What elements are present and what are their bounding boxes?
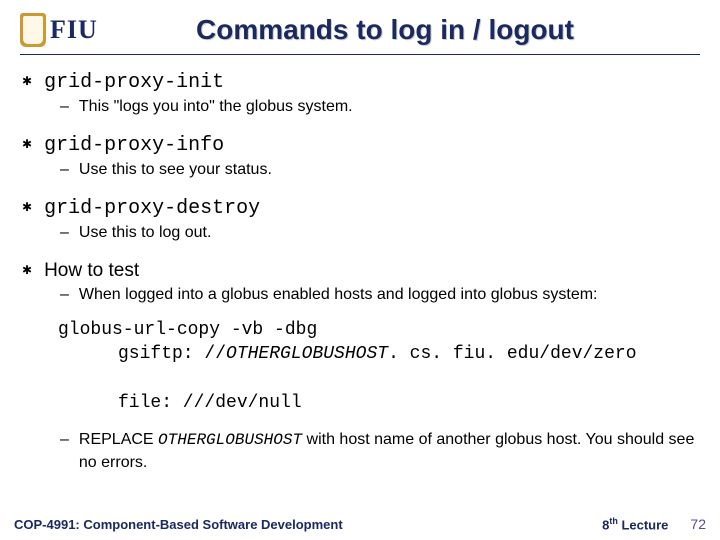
fiu-logo: FIU <box>20 10 110 50</box>
bullet-desc: – Use this to log out. <box>60 224 698 242</box>
code-line-2-prefix: gsiftp: // <box>118 344 226 364</box>
bullet-desc: – When logged into a globus enabled host… <box>60 286 698 304</box>
dash-icon: – <box>60 429 69 473</box>
slide-title: Commands to log in / logout <box>110 14 700 46</box>
bullet-command: How to test <box>44 260 139 282</box>
dash-icon: – <box>60 98 69 116</box>
lecture-sup: th <box>609 516 618 526</box>
bullet-item: ✱ grid-proxy-destroy – Use this to log o… <box>22 197 698 242</box>
bullet-icon: ✱ <box>22 75 32 87</box>
replace-note: – REPLACE OTHERGLOBUSHOST with host name… <box>60 429 698 473</box>
lecture-word: Lecture <box>618 517 669 532</box>
content: ✱ grid-proxy-init – This "logs you into"… <box>20 71 700 473</box>
dash-icon: – <box>60 161 69 179</box>
replace-note-text: REPLACE OTHERGLOBUSHOST with host name o… <box>79 429 698 473</box>
code-host-placeholder: OTHERGLOBUSHOST <box>226 344 388 364</box>
code-line-3: file: ///dev/null <box>58 391 698 415</box>
bullet-desc: – This "logs you into" the globus system… <box>60 98 698 116</box>
page-number: 72 <box>690 516 706 532</box>
header: FIU Commands to log in / logout <box>20 10 700 55</box>
dash-icon: – <box>60 224 69 242</box>
bullet-desc-text: Use this to log out. <box>79 224 212 242</box>
bullet-desc: – Use this to see your status. <box>60 161 698 179</box>
course-label: COP-4991: Component-Based Software Devel… <box>14 517 343 532</box>
lecture-label: 8th Lecture <box>602 516 668 532</box>
code-line-2-suffix: . cs. fiu. edu/dev/zero <box>388 344 636 364</box>
code-line-2: gsiftp: //OTHERGLOBUSHOST. cs. fiu. edu/… <box>58 342 698 366</box>
replace-prefix: REPLACE <box>79 431 158 448</box>
bullet-command: grid-proxy-init <box>44 71 224 94</box>
code-example: globus-url-copy -vb -dbg gsiftp: //OTHER… <box>58 318 698 415</box>
bullet-head: ✱ grid-proxy-init <box>22 71 698 94</box>
bullet-head: ✱ How to test <box>22 260 698 282</box>
bullet-desc-text: This "logs you into" the globus system. <box>79 98 353 116</box>
bullet-item: ✱ grid-proxy-info – Use this to see your… <box>22 134 698 179</box>
bullet-head: ✱ grid-proxy-info <box>22 134 698 157</box>
bullet-item: ✱ How to test – When logged into a globu… <box>22 260 698 304</box>
replace-host-placeholder: OTHERGLOBUSHOST <box>158 431 302 449</box>
logo-text: FIU <box>50 15 98 45</box>
bullet-desc-text: Use this to see your status. <box>79 161 272 179</box>
crest-icon <box>20 13 46 47</box>
footer: COP-4991: Component-Based Software Devel… <box>0 516 720 532</box>
slide: FIU Commands to log in / logout ✱ grid-p… <box>0 0 720 540</box>
bullet-item: ✱ grid-proxy-init – This "logs you into"… <box>22 71 698 116</box>
bullet-icon: ✱ <box>22 264 32 276</box>
dash-icon: – <box>60 286 69 304</box>
bullet-desc-text: When logged into a globus enabled hosts … <box>79 286 598 304</box>
bullet-command: grid-proxy-destroy <box>44 197 260 220</box>
code-line-1: globus-url-copy -vb -dbg <box>58 320 317 340</box>
bullet-head: ✱ grid-proxy-destroy <box>22 197 698 220</box>
bullet-icon: ✱ <box>22 138 32 150</box>
bullet-icon: ✱ <box>22 201 32 213</box>
bullet-command: grid-proxy-info <box>44 134 224 157</box>
